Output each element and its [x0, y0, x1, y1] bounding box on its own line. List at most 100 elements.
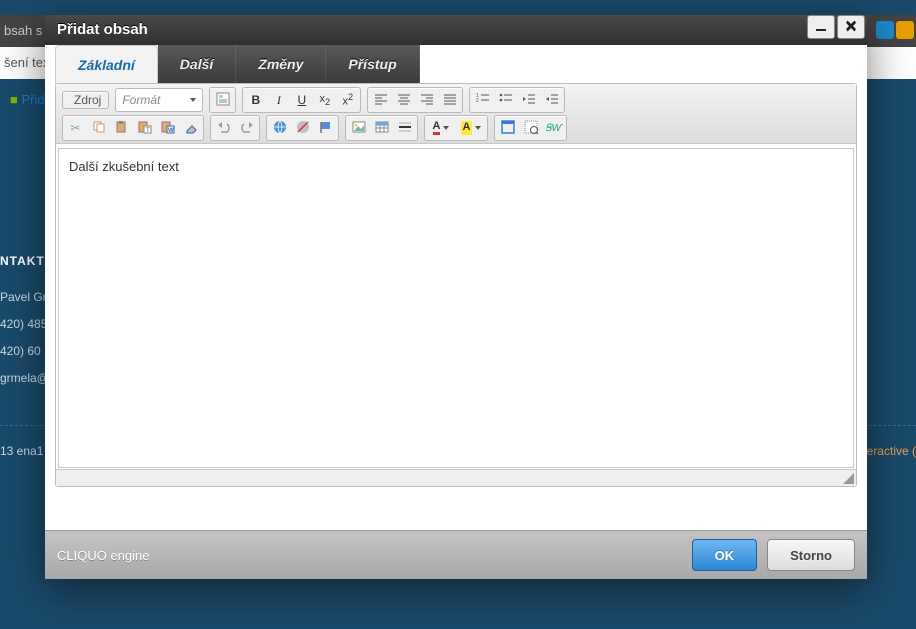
tab-label: Přístup	[348, 56, 396, 72]
table-button[interactable]	[370, 117, 393, 139]
tab-bar: Základní Další Změny Přístup	[45, 45, 867, 83]
paste-word-icon: W	[160, 119, 176, 138]
tab-label: Změny	[258, 56, 303, 72]
maximize-button[interactable]	[496, 117, 519, 139]
indent-button[interactable]	[540, 89, 563, 111]
show-blocks-button[interactable]	[519, 117, 542, 139]
minimize-button[interactable]	[807, 15, 835, 39]
numbered-list-button[interactable]: 12	[471, 89, 494, 111]
underline-button[interactable]: U	[290, 89, 313, 111]
paste-icon	[114, 119, 130, 138]
text-color-icon: A	[433, 121, 450, 135]
svg-text:T: T	[146, 128, 150, 134]
toolbar-row-2: ✂ T W	[62, 114, 850, 142]
tab-zakladni[interactable]: Základní	[55, 45, 158, 84]
modal-footer: CLIQUO engine OK Storno	[45, 530, 867, 579]
source-button[interactable]: Zdroj	[64, 93, 107, 107]
bg-icon-orange[interactable]	[896, 21, 914, 39]
bg-contact-line: 420) 60	[0, 344, 41, 358]
anchor-button[interactable]	[314, 117, 337, 139]
toolbar-group-align	[367, 87, 463, 113]
richtext-editor: Zdroj Formát B I U x2 x	[55, 83, 857, 487]
anchor-icon	[318, 119, 334, 138]
superscript-icon: x2	[343, 92, 354, 108]
paste-text-button[interactable]: T	[133, 117, 156, 139]
subscript-button[interactable]: x2	[313, 89, 336, 111]
bg-contact-heading: NTAKT	[0, 254, 45, 274]
modal-body: Základní Další Změny Přístup Zdroj	[45, 45, 867, 530]
bold-icon: B	[252, 93, 261, 107]
align-right-icon	[419, 91, 435, 110]
format-dropdown[interactable]: Formát	[115, 88, 203, 112]
paste-text-icon: T	[137, 119, 153, 138]
copy-button[interactable]	[87, 117, 110, 139]
superscript-button[interactable]: x2	[336, 89, 359, 111]
numbered-list-icon: 12	[475, 91, 491, 110]
editor-toolbar: Zdroj Formát B I U x2 x	[56, 84, 856, 144]
svg-text:2: 2	[476, 98, 479, 104]
toolbar-row-1: Zdroj Formát B I U x2 x	[62, 86, 850, 114]
bg-contact-line: 420) 485	[0, 317, 47, 331]
close-button[interactable]: ✕	[837, 15, 865, 39]
templates-button[interactable]	[211, 89, 234, 111]
unlink-button[interactable]	[291, 117, 314, 139]
toolbar-group-templates	[209, 87, 236, 113]
spellcheck-button[interactable]: ꞨⱲ	[542, 117, 565, 139]
tab-pristup[interactable]: Přístup	[326, 45, 419, 83]
align-center-button[interactable]	[392, 89, 415, 111]
cut-icon: ✂	[70, 121, 80, 135]
engine-label: CLIQUO engine	[57, 548, 150, 563]
tab-dalsi[interactable]: Další	[158, 45, 236, 83]
unlink-icon	[295, 119, 311, 138]
redo-button[interactable]	[235, 117, 258, 139]
bg-footer-right: eractive (	[867, 444, 916, 458]
toolbar-group-undo	[210, 115, 260, 141]
undo-icon	[216, 119, 232, 138]
ok-button[interactable]: OK	[692, 539, 758, 571]
hr-button[interactable]	[393, 117, 416, 139]
editor-canvas[interactable]: Další zkušební text	[58, 148, 854, 468]
minimize-icon	[816, 29, 826, 31]
tab-label: Základní	[78, 57, 135, 73]
align-right-button[interactable]	[415, 89, 438, 111]
paste-word-button[interactable]: W	[156, 117, 179, 139]
align-justify-button[interactable]	[438, 89, 461, 111]
bullet-list-button[interactable]	[494, 89, 517, 111]
source-label: Zdroj	[74, 93, 101, 107]
toolbar-group-source: Zdroj	[62, 91, 109, 109]
image-button[interactable]	[347, 117, 370, 139]
text-color-button[interactable]: A	[426, 117, 456, 139]
outdent-icon	[521, 91, 537, 110]
remove-format-button[interactable]	[179, 117, 202, 139]
toolbar-group-links	[266, 115, 339, 141]
italic-button[interactable]: I	[267, 89, 290, 111]
toolbar-group-insert	[345, 115, 418, 141]
tab-zmeny[interactable]: Změny	[236, 45, 326, 83]
undo-button[interactable]	[212, 117, 235, 139]
align-center-icon	[396, 91, 412, 110]
hr-icon	[397, 119, 413, 138]
modal-titlebar[interactable]: Přidat obsah ✕	[45, 15, 867, 45]
bg-color-button[interactable]: A	[456, 117, 486, 139]
align-left-button[interactable]	[369, 89, 392, 111]
cut-button[interactable]: ✂	[64, 117, 87, 139]
resize-grip[interactable]	[841, 471, 855, 485]
bold-button[interactable]: B	[244, 89, 267, 111]
editor-content-text: Další zkušební text	[69, 159, 179, 174]
align-justify-icon	[442, 91, 458, 110]
bg-icon-blue[interactable]	[876, 21, 894, 39]
link-icon	[272, 119, 288, 138]
show-blocks-icon	[523, 119, 539, 138]
link-button[interactable]	[268, 117, 291, 139]
outdent-button[interactable]	[517, 89, 540, 111]
image-icon	[351, 119, 367, 138]
bg-top-icons	[876, 21, 914, 39]
table-icon	[374, 119, 390, 138]
bg-contact-line: grmela@	[0, 371, 49, 385]
cancel-button[interactable]: Storno	[767, 539, 855, 571]
italic-icon: I	[277, 93, 281, 108]
paste-button[interactable]	[110, 117, 133, 139]
footer-buttons: OK Storno	[692, 539, 855, 571]
bullet-list-icon	[498, 91, 514, 110]
toolbar-group-list: 12	[469, 87, 565, 113]
